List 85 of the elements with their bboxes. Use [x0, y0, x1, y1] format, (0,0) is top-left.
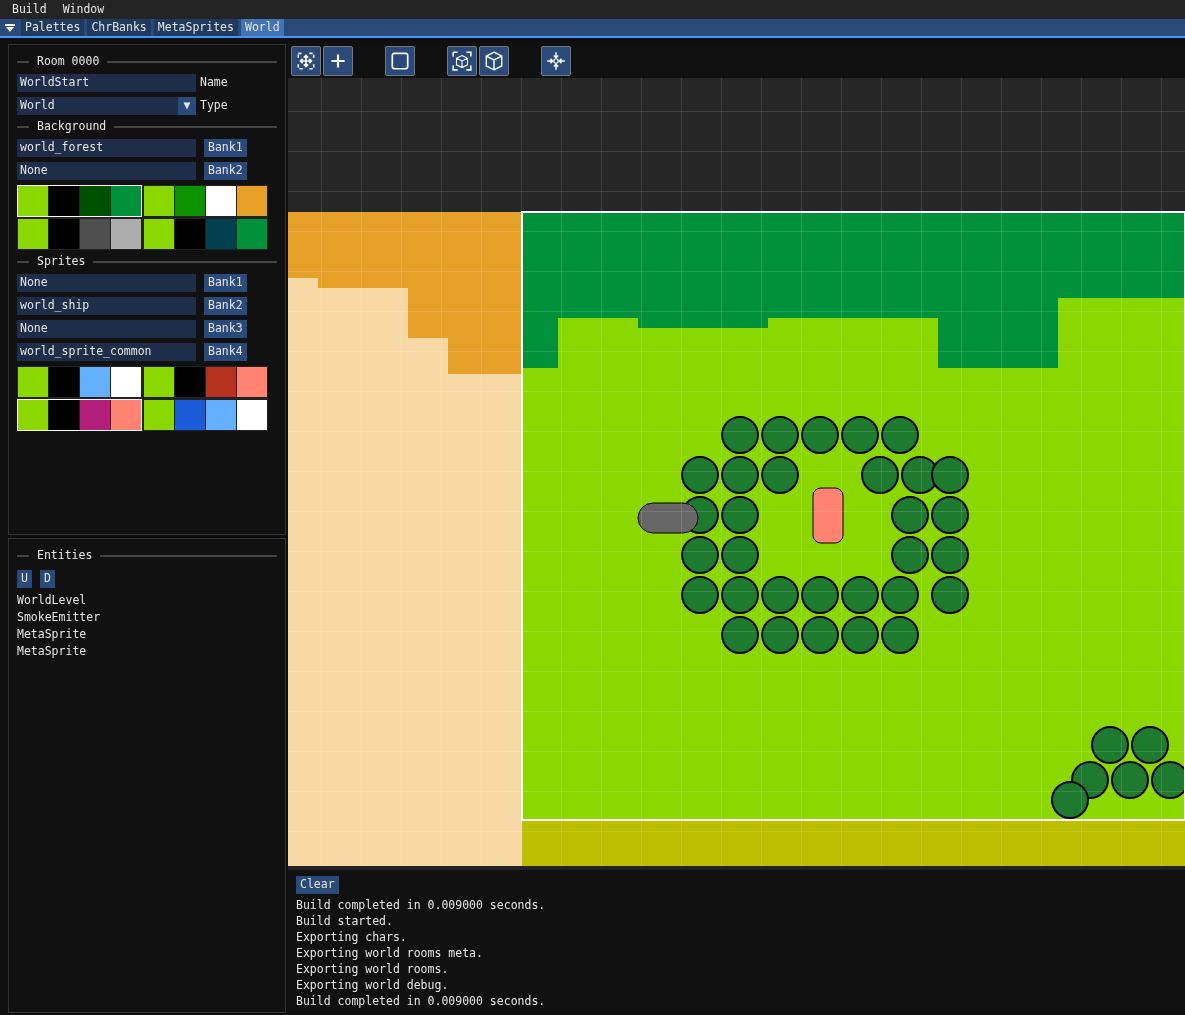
- field-label: Type: [200, 97, 228, 115]
- color-swatch[interactable]: [206, 367, 236, 397]
- color-swatch[interactable]: [175, 367, 205, 397]
- tab[interactable]: World: [240, 19, 284, 36]
- bank-field[interactable]: world_forest: [17, 139, 196, 157]
- color-swatch[interactable]: [237, 367, 267, 397]
- bank-field[interactable]: world_sprite_common: [17, 343, 196, 361]
- center-icon[interactable]: [541, 46, 571, 76]
- color-swatch[interactable]: [144, 186, 174, 216]
- bank-button[interactable]: Bank1: [204, 274, 247, 292]
- clear-button[interactable]: Clear: [296, 876, 339, 894]
- color-swatch[interactable]: [144, 367, 174, 397]
- palette[interactable]: [143, 218, 268, 250]
- color-swatch[interactable]: [111, 186, 141, 216]
- section-title: Background: [37, 118, 107, 136]
- log-line: Build completed in 0.009000 seconds.: [296, 897, 546, 913]
- menu-item[interactable]: Window: [62, 0, 105, 19]
- palette[interactable]: [143, 399, 268, 431]
- color-swatch[interactable]: [175, 186, 205, 216]
- log-line: Exporting world debug.: [296, 977, 449, 993]
- bank-button[interactable]: Bank1: [204, 139, 247, 157]
- bank-field[interactable]: None: [17, 274, 196, 292]
- entity-item[interactable]: SmokeEmitter: [17, 610, 101, 624]
- palette[interactable]: [143, 366, 268, 398]
- color-swatch[interactable]: [111, 219, 141, 249]
- color-swatch[interactable]: [49, 219, 79, 249]
- square-icon[interactable]: [385, 46, 415, 76]
- name-field[interactable]: WorldStart: [17, 74, 196, 92]
- color-swatch[interactable]: [206, 219, 236, 249]
- color-swatch[interactable]: [175, 219, 205, 249]
- color-swatch[interactable]: [206, 186, 236, 216]
- palette[interactable]: [17, 218, 142, 250]
- color-swatch[interactable]: [80, 367, 110, 397]
- tab[interactable]: ChrBanks: [87, 19, 151, 36]
- move-icon[interactable]: [291, 46, 321, 76]
- bank-field[interactable]: None: [17, 320, 196, 338]
- color-swatch[interactable]: [80, 400, 110, 430]
- color-swatch[interactable]: [206, 400, 236, 430]
- color-swatch[interactable]: [237, 400, 267, 430]
- entity-button[interactable]: U: [17, 570, 32, 588]
- color-swatch[interactable]: [111, 400, 141, 430]
- bank-button[interactable]: Bank4: [204, 343, 247, 361]
- log-line: Build started.: [296, 913, 393, 929]
- palette[interactable]: [17, 366, 142, 398]
- game-map-drawing[interactable]: [288, 78, 1185, 866]
- entity-item[interactable]: MetaSprite: [17, 627, 87, 641]
- entity-item[interactable]: MetaSprite: [17, 644, 87, 658]
- section-title: Entities: [37, 547, 93, 565]
- log-line: Exporting world rooms meta.: [296, 945, 483, 961]
- color-swatch[interactable]: [18, 367, 48, 397]
- tab[interactable]: MetaSprites: [153, 19, 238, 36]
- color-swatch[interactable]: [18, 400, 48, 430]
- color-swatch[interactable]: [237, 186, 267, 216]
- bank-button[interactable]: Bank3: [204, 320, 247, 338]
- bank-field[interactable]: world_ship: [17, 297, 196, 315]
- cube-icon[interactable]: [479, 46, 509, 76]
- cube-select-icon[interactable]: [447, 46, 477, 76]
- section-title: Room 0000: [37, 53, 100, 71]
- plus-icon[interactable]: [323, 46, 353, 76]
- type-dropdown[interactable]: World ▼: [17, 97, 196, 115]
- color-swatch[interactable]: [80, 186, 110, 216]
- palette[interactable]: [143, 185, 268, 217]
- log-line: Exporting world rooms.: [296, 961, 449, 977]
- color-swatch[interactable]: [144, 219, 174, 249]
- log-line: Exporting chars.: [296, 929, 407, 945]
- color-swatch[interactable]: [18, 186, 48, 216]
- bank-button[interactable]: Bank2: [204, 162, 247, 180]
- color-swatch[interactable]: [144, 400, 174, 430]
- color-swatch[interactable]: [237, 219, 267, 249]
- menu-item[interactable]: Build: [12, 0, 47, 19]
- entity-button[interactable]: D: [40, 570, 55, 588]
- section-title: Sprites: [37, 253, 86, 271]
- bank-field[interactable]: None: [17, 162, 196, 180]
- field-label: Name: [200, 74, 228, 92]
- tab[interactable]: Palettes: [21, 19, 85, 36]
- entity-item[interactable]: WorldLevel: [17, 593, 87, 607]
- color-swatch[interactable]: [49, 186, 79, 216]
- log-line: Build completed in 0.009000 seconds.: [296, 993, 546, 1009]
- color-swatch[interactable]: [49, 367, 79, 397]
- bank-button[interactable]: Bank2: [204, 297, 247, 315]
- color-swatch[interactable]: [111, 367, 141, 397]
- color-swatch[interactable]: [49, 400, 79, 430]
- color-swatch[interactable]: [80, 219, 110, 249]
- color-swatch[interactable]: [175, 400, 205, 430]
- color-swatch[interactable]: [18, 219, 48, 249]
